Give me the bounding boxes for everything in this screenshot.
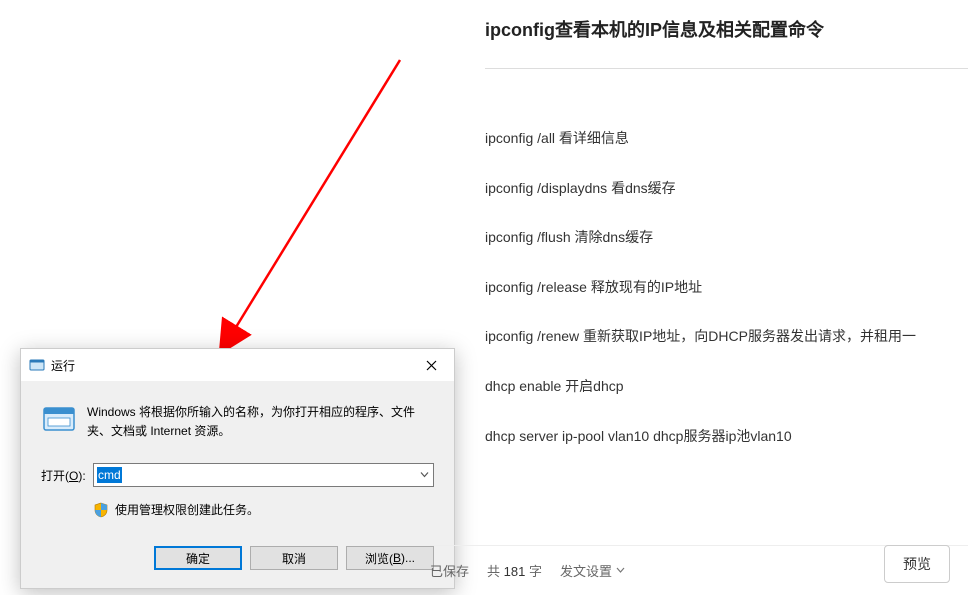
- article-line: ipconfig /all 看详细信息: [485, 129, 968, 149]
- titlebar[interactable]: 运行: [21, 349, 454, 381]
- dialog-title: 运行: [51, 357, 75, 374]
- run-program-icon: [41, 401, 77, 437]
- article-line: dhcp server ip-pool vlan10 dhcp服务器ip池vla…: [485, 427, 968, 447]
- dialog-body: Windows 将根据你所输入的名称，为你打开相应的程序、文件夹、文档或 Int…: [21, 381, 454, 588]
- dialog-description: Windows 将根据你所输入的名称，为你打开相应的程序、文件夹、文档或 Int…: [87, 401, 434, 441]
- close-button[interactable]: [408, 349, 454, 381]
- ok-button[interactable]: 确定: [154, 546, 242, 570]
- open-combobox[interactable]: cmd: [93, 463, 434, 487]
- article-title: ipconfig查看本机的IP信息及相关配置命令: [485, 16, 968, 69]
- article-line: dhcp enable 开启dhcp: [485, 377, 968, 397]
- article-line: ipconfig /release 释放现有的IP地址: [485, 278, 968, 298]
- cancel-button[interactable]: 取消: [250, 546, 338, 570]
- browse-button[interactable]: 浏览(B)...: [346, 546, 434, 570]
- article-line: ipconfig /flush 清除dns缓存: [485, 228, 968, 248]
- article-content: ipconfig查看本机的IP信息及相关配置命令 ipconfig /all 看…: [485, 0, 968, 476]
- run-dialog: 运行 Windows 将根据你所输入的名称，为你打开相应的程序、文件夹、文档或 …: [20, 348, 455, 589]
- saved-status: 已保存: [430, 561, 469, 580]
- article-line: ipconfig /renew 重新获取IP地址，向DHCP服务器发出请求，并租…: [485, 327, 968, 347]
- admin-note: 使用管理权限创建此任务。: [115, 501, 259, 518]
- run-app-icon: [29, 357, 45, 373]
- shield-icon: [93, 502, 109, 518]
- open-label: 打开(O):: [41, 467, 93, 484]
- publish-settings[interactable]: 发文设置: [560, 561, 625, 580]
- chevron-down-icon[interactable]: [420, 470, 429, 481]
- open-value: cmd: [97, 467, 122, 483]
- annotation-arrow: [215, 50, 415, 350]
- article-line: ipconfig /displaydns 看dns缓存: [485, 179, 968, 199]
- preview-button[interactable]: 预览: [884, 545, 950, 583]
- chevron-down-icon: [616, 565, 625, 576]
- word-count: 共 181 字: [487, 561, 542, 580]
